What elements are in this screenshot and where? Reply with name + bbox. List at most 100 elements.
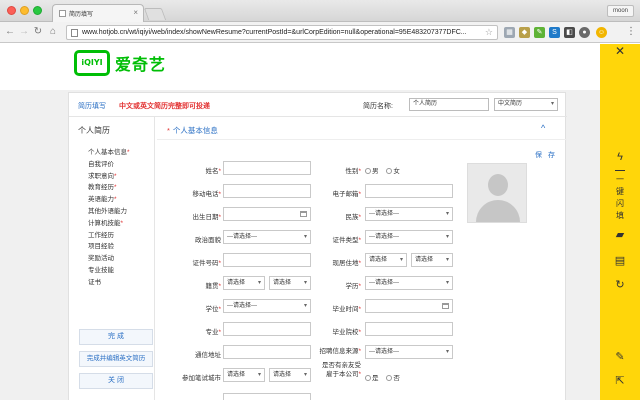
sidebar-item[interactable]: 个人基本信息* xyxy=(88,147,130,159)
gender-radio-group: 男 女 xyxy=(365,165,406,175)
address-input[interactable] xyxy=(223,345,311,359)
complete-edit-en-button[interactable]: 完成并编辑英文简历 xyxy=(79,351,153,367)
residence-province-select[interactable]: 请选择 ▾ xyxy=(365,253,407,267)
chevron-down-icon: ▾ xyxy=(399,257,403,263)
browser-titlebar: 简历填写 × moon xyxy=(0,0,640,22)
relative-no-radio[interactable]: 否 xyxy=(386,375,400,382)
resume-header: 简历填写 中文或英文简历完整即可投递 简历名称: 个人简历 中文简历 ▾ xyxy=(69,93,567,117)
iqiyi-logo[interactable]: iQIYI 爱奇艺 xyxy=(74,50,166,76)
political-select[interactable]: ---请选择--- ▾ xyxy=(223,230,311,244)
save-button[interactable]: 保 存 xyxy=(535,150,557,160)
extension-s-icon[interactable]: S xyxy=(549,27,560,38)
menu-icon[interactable]: ⋮ xyxy=(626,26,636,38)
sidebar-item[interactable]: 自我评价 xyxy=(88,159,130,171)
gender-female-radio[interactable]: 女 xyxy=(386,168,400,175)
tab-close-icon[interactable]: × xyxy=(133,8,138,17)
extension-image-icon[interactable]: ▦ xyxy=(504,27,515,38)
avatar-placeholder[interactable] xyxy=(467,163,527,223)
sidebar-item[interactable]: 其他外语能力 xyxy=(88,206,130,218)
document-icon[interactable]: ▤ xyxy=(613,254,627,268)
edit-icon[interactable]: ✎ xyxy=(613,350,627,364)
gender-male-radio[interactable]: 男 xyxy=(365,168,379,175)
hometown-province-select[interactable]: 请选择 ▾ xyxy=(223,276,265,290)
sidebar-item[interactable]: 证书 xyxy=(88,277,130,289)
residence-city-select[interactable]: 请选择 ▾ xyxy=(411,253,453,267)
sidebar-item[interactable]: 教育经历* xyxy=(88,182,130,194)
sidebar-item-label: 计算机技能 xyxy=(88,219,121,227)
source-select[interactable]: ---请选择--- ▾ xyxy=(365,345,453,359)
sidebar-item[interactable]: 项目经验 xyxy=(88,241,130,253)
close-window-button[interactable] xyxy=(7,6,16,15)
mobile-input[interactable] xyxy=(223,184,311,198)
school-label: 毕业院校* xyxy=(332,329,361,336)
submit-tip: 中文或英文简历完整即可投递 xyxy=(119,103,210,110)
new-tab-button[interactable] xyxy=(143,8,167,20)
complete-button[interactable]: 完 成 xyxy=(79,329,153,345)
sidebar-item[interactable]: 英语能力* xyxy=(88,194,130,206)
name-label: 姓名* xyxy=(205,168,221,175)
gradtime-input[interactable] xyxy=(365,299,453,313)
resume-name-label: 简历名称: xyxy=(363,103,393,110)
back-arrow-icon[interactable]: ← xyxy=(4,26,16,38)
sidebar-item[interactable]: 工作经历 xyxy=(88,230,130,242)
chevron-down-icon: ▾ xyxy=(257,280,261,286)
reload-icon[interactable]: ↻ xyxy=(32,26,44,38)
hometown-city-select[interactable]: 请选择 ▾ xyxy=(269,276,311,290)
extension-smile-icon[interactable]: ☺ xyxy=(596,27,607,38)
idtype-select[interactable]: ---请选择--- ▾ xyxy=(365,230,453,244)
idnumber-input[interactable] xyxy=(223,253,311,267)
refresh-icon[interactable]: ↻ xyxy=(613,278,627,292)
birthdate-input[interactable] xyxy=(223,207,311,221)
sidebar-item-label: 工作经历 xyxy=(88,231,114,239)
maximize-window-button[interactable] xyxy=(33,6,42,15)
minimize-window-button[interactable] xyxy=(20,6,29,15)
sidebar-item[interactable]: 计算机技能* xyxy=(88,218,130,230)
testcity-province-select[interactable]: 请选择 ▾ xyxy=(223,368,265,382)
bookmark-star-icon[interactable]: ☆ xyxy=(485,26,493,39)
name-input[interactable] xyxy=(223,161,311,175)
education-label: 学历* xyxy=(345,283,361,290)
ethnicity-select[interactable]: ---请选择--- ▾ xyxy=(365,207,453,221)
sidebar-item-label: 个人基本信息 xyxy=(88,149,127,156)
forward-arrow-icon[interactable]: → xyxy=(18,26,30,38)
chevron-down-icon: ▾ xyxy=(303,234,307,240)
extension-puzzle-icon[interactable]: ◆ xyxy=(519,27,530,38)
sidebar-item-label: 自我评价 xyxy=(88,160,114,168)
section-title-text: 个人基本信息 xyxy=(172,126,218,135)
sidebar-item[interactable]: 专业技能 xyxy=(88,265,130,277)
collapse-icon[interactable]: ^ xyxy=(541,123,545,133)
one-click-fill-button[interactable]: 一键闪填 xyxy=(614,174,626,222)
close-icon[interactable]: ✕ xyxy=(613,44,627,58)
lightning-icon[interactable]: ϟ xyxy=(613,150,627,164)
chevron-down-icon: ▾ xyxy=(445,211,449,217)
export-icon[interactable]: ⇱ xyxy=(613,374,627,388)
calendar-icon xyxy=(300,211,307,217)
major-input[interactable] xyxy=(223,322,311,336)
section-title: * 个人基本信息 xyxy=(167,125,218,136)
extension-cube-icon[interactable]: ◧ xyxy=(564,27,575,38)
sidebar-item[interactable]: 求职意向* xyxy=(88,171,130,183)
required-mark: * xyxy=(114,184,117,192)
school-input[interactable] xyxy=(365,322,453,336)
extension-circle-icon[interactable]: ● xyxy=(579,27,590,38)
resume-name-input[interactable]: 个人简历 xyxy=(409,98,489,111)
required-mark: * xyxy=(114,196,117,204)
email-input[interactable] xyxy=(365,184,453,198)
sidebar-item[interactable]: 奖励活动 xyxy=(88,253,130,265)
education-select[interactable]: ---请选择--- ▾ xyxy=(365,276,453,290)
next-row-input[interactable] xyxy=(223,393,311,400)
avatar-head xyxy=(488,174,508,196)
address-bar[interactable]: www.hotjob.cn/wt/iqiyi/web/index/showNew… xyxy=(66,25,498,40)
profile-button[interactable]: moon xyxy=(606,5,634,17)
language-select[interactable]: 中文简历 ▾ xyxy=(494,98,558,111)
browser-tab[interactable]: 简历填写 × xyxy=(52,4,144,22)
relative-yes-radio[interactable]: 是 xyxy=(365,375,379,382)
chevron-down-icon: ▾ xyxy=(550,101,554,107)
folder-icon[interactable]: ▰ xyxy=(613,228,627,242)
extension-evernote-icon[interactable]: ✎ xyxy=(534,27,545,38)
degree-select[interactable]: ---请选择--- ▾ xyxy=(223,299,311,313)
close-button[interactable]: 关 闭 xyxy=(79,373,153,389)
language-select-value: 中文简历 xyxy=(498,101,523,107)
divider xyxy=(615,170,625,171)
home-icon[interactable]: ⌂ xyxy=(47,26,59,38)
